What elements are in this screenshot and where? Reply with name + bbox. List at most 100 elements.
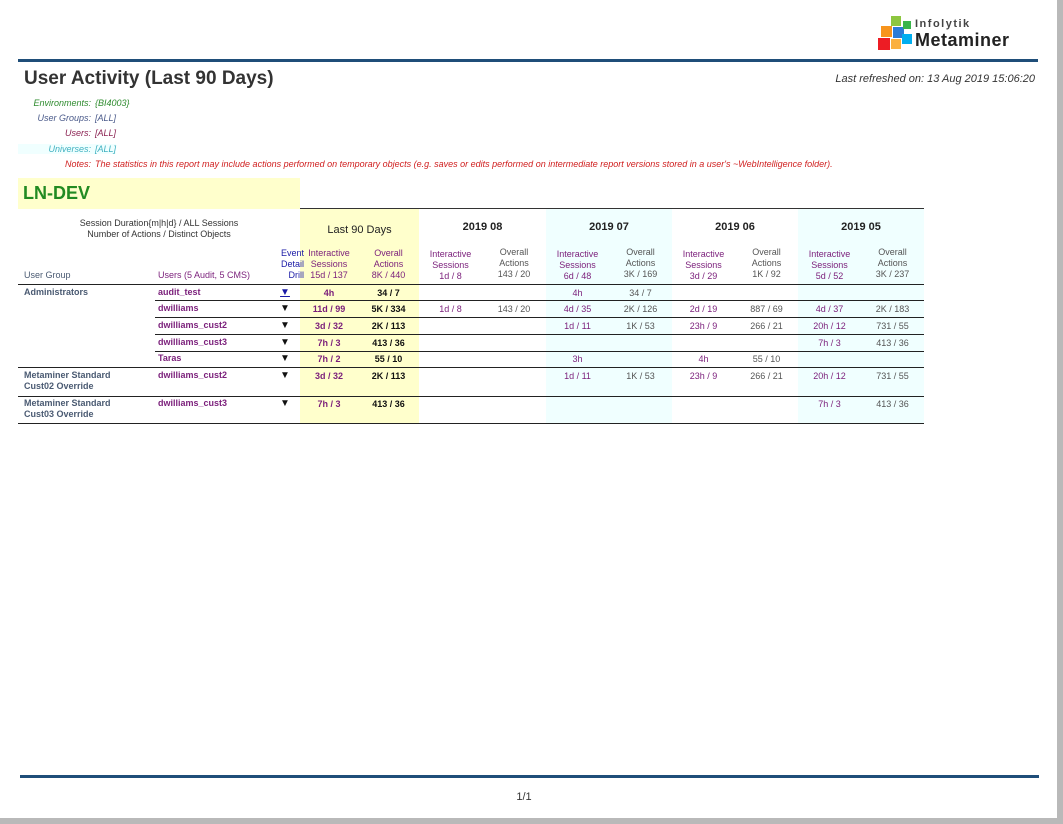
user-group-label: Cust03 Override [24, 409, 94, 419]
event-drill-icon[interactable]: ▼ [278, 303, 292, 314]
logo-brand-small: Infolytik [915, 18, 971, 30]
overall-actions-value: 34 / 7 [377, 288, 400, 298]
interactive-sessions-value: 23h / 9 [689, 371, 718, 381]
user-group-label: Metaminer Standard [24, 370, 111, 380]
interactive-sessions-value: 7h / 3 [818, 399, 841, 409]
col-overall-actions: Overall [374, 248, 403, 258]
col-overall-actions: Actions [499, 258, 529, 268]
user-group-label: Cust02 Override [24, 381, 94, 391]
infolytik-logo: Infolytik Metaminer [877, 16, 1037, 54]
event-drill-icon[interactable]: ▼ [278, 353, 292, 364]
interactive-sessions-value: 7h / 3 [317, 338, 341, 348]
col-event-detail-drill: Event [280, 248, 304, 258]
filter-value: The statistics in this report may includ… [95, 159, 833, 169]
interactive-sessions-value: 7h / 2 [317, 354, 341, 364]
overall-actions-value: 5K / 334 [371, 304, 406, 314]
filter-label: Users: [64, 128, 91, 138]
col-overall-actions: Actions [751, 258, 782, 268]
last-refreshed: Last refreshed on: 13 Aug 2019 15:06:20 [835, 73, 1035, 85]
interactive-sessions-value: 11d / 99 [312, 304, 346, 314]
user-name: audit_test [158, 287, 201, 297]
filter-value: {BI4003} [95, 98, 130, 108]
col-overall-actions: Actions [877, 258, 908, 268]
period-band [672, 209, 798, 423]
col-interactive-sessions: Sessions [811, 260, 848, 270]
event-drill-icon[interactable]: ▼ [278, 398, 292, 409]
col-overall-actions: Actions [625, 258, 656, 268]
col-interactive-sessions: Sessions [559, 260, 596, 270]
period-title: 2019 06 [715, 221, 755, 233]
filter-label: User Groups: [37, 113, 91, 123]
col-interactive-sessions: Interactive [808, 249, 851, 259]
overall-total: 143 / 20 [497, 269, 531, 279]
interactive-total: 6d / 48 [563, 271, 592, 281]
overall-actions-value: 2K / 183 [875, 304, 910, 314]
overall-actions-value: 731 / 55 [876, 371, 909, 381]
overall-actions-value: 2K / 113 [371, 371, 406, 381]
interactive-sessions-value: 4h [323, 288, 335, 298]
interactive-sessions-value: 4d / 37 [815, 304, 844, 314]
user-name: dwilliams_cust2 [158, 370, 228, 380]
user-name: dwilliams_cust2 [158, 320, 228, 330]
col-user-group: User Group [24, 270, 71, 280]
interactive-total: 1d / 8 [439, 271, 462, 281]
period-band [300, 209, 419, 423]
row-separator [155, 317, 924, 318]
col-interactive-sessions: Interactive [682, 249, 725, 259]
overall-actions-value: 413 / 36 [372, 338, 405, 348]
report-title: User Activity (Last 90 Days) [24, 68, 274, 89]
period-band [419, 209, 546, 423]
interactive-sessions-value: 1d / 8 [439, 304, 462, 314]
col-users: Users (5 Audit, 5 CMS) [158, 270, 251, 280]
event-drill-icon[interactable]: ▼ [278, 370, 292, 381]
section-title: LN-DEV [23, 183, 90, 203]
period-title: 2019 07 [589, 221, 629, 233]
overall-actions-value: 887 / 69 [750, 304, 783, 314]
overall-actions-value: 143 / 20 [497, 304, 531, 314]
filter-environments: Environments: {BI4003} [18, 98, 130, 108]
page-number: 1/1 [516, 791, 532, 803]
interactive-sessions-value: 7h / 3 [317, 399, 341, 409]
interactive-total: 5d / 52 [815, 271, 844, 281]
table-top-rule [300, 208, 924, 209]
user-name: dwilliams [158, 303, 199, 313]
interactive-sessions-value: 3d / 32 [314, 321, 343, 331]
interactive-sessions-value: 3h [572, 354, 583, 364]
period-title: 2019 08 [462, 221, 503, 233]
interactive-total: 3d / 29 [689, 271, 718, 281]
row-separator [155, 334, 924, 335]
period-band [546, 209, 672, 423]
row-separator [18, 367, 924, 368]
overall-actions-value: 266 / 21 [750, 321, 783, 331]
header-rule [18, 284, 924, 285]
overall-actions-value: 55 / 10 [752, 354, 781, 364]
logo-brand-big: Metaminer [915, 30, 1010, 50]
interactive-sessions-value: 1d / 11 [564, 321, 591, 331]
period-title: Last 90 Days [327, 224, 392, 236]
filter-label: Environments: [33, 98, 91, 108]
col-overall-actions: Overall [499, 247, 529, 257]
filter-universes: Universes: [ALL] [18, 144, 117, 154]
filter-value: [ALL] [95, 144, 117, 154]
overall-total: 8K / 440 [371, 270, 406, 280]
interactive-sessions-value: 23h / 9 [689, 321, 718, 331]
interactive-sessions-value: 4h [572, 288, 583, 298]
row-separator [155, 300, 924, 301]
event-drill-icon[interactable]: ▼ [278, 287, 292, 298]
event-drill-icon[interactable]: ▼ [278, 337, 292, 348]
filter-label: Notes: [64, 159, 91, 169]
overall-actions-value: 413 / 36 [876, 338, 909, 348]
filter-user-groups: User Groups: [ALL] [18, 113, 116, 123]
row-separator [18, 423, 924, 424]
period-band [798, 209, 924, 423]
col-overall-actions: Overall [878, 247, 907, 257]
user-name: dwilliams_cust3 [158, 337, 228, 347]
col-interactive-sessions: Sessions [432, 260, 469, 270]
period-title: 2019 05 [841, 221, 881, 233]
header-rule [18, 59, 1038, 62]
filter-value: [ALL] [95, 128, 117, 138]
col-event-detail-drill: Detail [280, 259, 304, 269]
overall-actions-value: 731 / 55 [876, 321, 909, 331]
row-separator [155, 351, 924, 352]
event-drill-icon[interactable]: ▼ [278, 320, 292, 331]
